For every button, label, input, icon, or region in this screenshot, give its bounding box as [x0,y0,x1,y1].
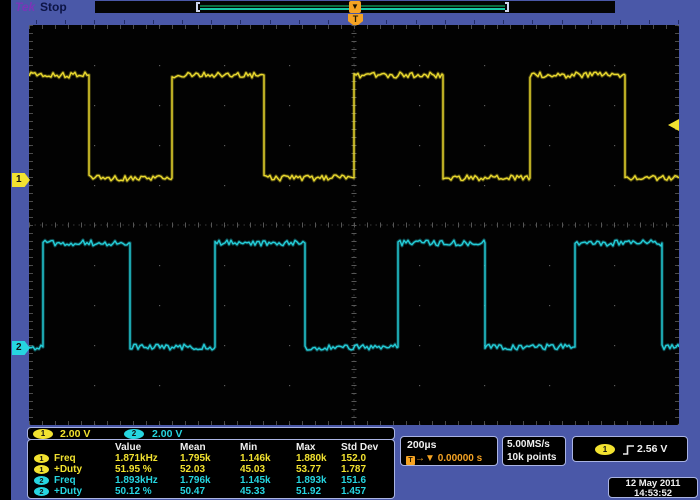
trigger-t-icon: T [406,456,415,465]
measurement-max: 53.77 [296,464,321,475]
acquisition-readout: 5.00MS/s 10k points [502,436,566,466]
waveform-plot [29,25,679,425]
col-mean: Mean [180,442,206,453]
col-stddev: Std Dev [341,442,378,453]
time-label: 14:53:52 [609,488,697,499]
measurement-max: 1.893k [296,475,327,486]
measurement-row: 1 +Duty 51.95 % 52.03 45.03 53.77 1.787 [28,464,394,475]
measurement-max: 51.92 [296,486,321,497]
trigger-source-badge: 1 [595,444,615,455]
timebase-scale: 200µs [407,439,436,451]
trigger-readout: 1 2.56 V [572,436,688,462]
ch2-badge: 2 [34,487,49,496]
trigger-position-readout: T→▼ 0.00000 s [406,453,482,465]
record-window-bracket-left [196,2,200,12]
sample-rate: 5.00MS/s [507,439,550,450]
datetime-readout: 12 May 2011 14:53:52 [608,477,698,498]
measurement-mean: 1.795k [180,453,211,464]
measurement-row: 1 Freq 1.871kHz 1.795k 1.146k 1.880k 152… [28,453,394,464]
measurement-name: Freq [54,475,76,486]
measurement-stddev: 1.787 [341,464,366,475]
measurement-name: +Duty [54,464,82,475]
measurement-mean: 52.03 [180,464,205,475]
tek-logo: Tek [15,0,35,14]
measurement-name: +Duty [54,486,82,497]
measurement-mean: 1.796k [180,475,211,486]
acquisition-state-label: Stop [40,0,67,14]
measurement-value: 50.12 % [115,486,152,497]
ch1-badge: 1 [33,429,53,439]
record-length: 10k points [507,452,556,463]
measurement-value: 1.871kHz [115,453,158,464]
measurement-row: 2 +Duty 50.12 % 50.47 45.33 51.92 1.457 [28,486,394,497]
measurement-table: Value Mean Min Max Std Dev 1 Freq 1.871k… [27,439,395,499]
rising-edge-icon [622,443,635,457]
measurement-mean: 50.47 [180,486,205,497]
ch2-badge: 2 [124,429,144,439]
measurement-min: 45.33 [240,486,265,497]
timebase-readout: 200µs T→▼ 0.00000 s [400,436,498,466]
trigger-level-value: 2.56 V [637,443,667,455]
oscilloscope-screen: { "header": { "logo": "Tek", "acq_state"… [0,0,700,500]
trigger-pos-arrows: →▼ [415,453,435,464]
measurement-row: 2 Freq 1.893kHz 1.796k 1.145k 1.893k 151… [28,475,394,486]
record-view-strip: ▼ [95,1,615,13]
measurement-value: 1.893kHz [115,475,158,486]
trigger-pos-value: 0.00000 s [438,453,483,464]
measurement-stddev: 152.0 [341,453,366,464]
record-window-bracket-right [505,2,509,12]
col-min: Min [240,442,257,453]
graticule [29,25,679,425]
measurement-name: Freq [54,453,76,464]
measurement-min: 45.03 [240,464,265,475]
record-trigger-position-icon[interactable]: ▼ [349,1,361,13]
ch1-badge: 1 [34,454,49,463]
col-value: Value [115,442,141,453]
measurement-min: 1.145k [240,475,271,486]
measurement-stddev: 151.6 [341,475,366,486]
measurement-max: 1.880k [296,453,327,464]
measurement-value: 51.95 % [115,464,152,475]
measurement-stddev: 1.457 [341,486,366,497]
ch2-badge: 2 [34,476,49,485]
ch1-badge: 1 [34,465,49,474]
measurement-min: 1.146k [240,453,271,464]
col-max: Max [296,442,315,453]
